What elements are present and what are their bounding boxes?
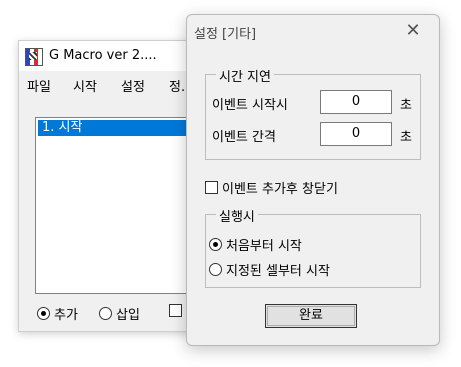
time-delay-group-label: 시간 지연 [216,66,274,85]
radio-add-label: 추가 [54,308,78,323]
list-item[interactable]: 1. 시작 [38,120,208,136]
bottom-checkbox[interactable] [169,304,186,320]
radio-from-selected[interactable]: 지정된 셀부터 시작 [209,260,330,279]
radio-from-selected-indicator[interactable] [209,263,222,276]
bottom-checkbox-box[interactable] [169,304,182,317]
ok-button[interactable]: 완료 [265,304,357,328]
radio-insert-indicator[interactable] [99,307,112,320]
event-interval-unit: 초 [400,130,412,145]
radio-from-start-label: 처음부터 시작 [226,239,302,254]
dialog-title: 설정 [기타] [194,27,257,42]
close-after-add-box[interactable] [205,181,218,194]
radio-insert-label: 삽입 [116,308,140,323]
menu-more[interactable]: 정. [169,76,185,95]
event-start-unit: 초 [400,98,412,113]
close-after-add-checkbox[interactable]: 이벤트 추가후 창닫기 [205,178,338,197]
dialog-titlebar[interactable]: 설정 [기타] ✕ [187,15,439,47]
radio-from-selected-label: 지정된 셀부터 시작 [226,264,330,279]
main-window-title: G Macro ver 2.... [49,48,157,63]
menu-file[interactable]: 파일 [27,76,51,95]
run-options-group: 실행시 처음부터 시작 지정된 셀부터 시작 [205,206,421,288]
time-delay-group: 시간 지연 이벤트 시작시 0 초 이벤트 간격 0 초 [205,66,421,160]
radio-from-start-indicator[interactable] [209,238,222,251]
settings-dialog: 설정 [기타] ✕ 시간 지연 이벤트 시작시 0 초 이벤트 간격 0 초 이… [186,14,440,346]
menu-settings[interactable]: 설정 [121,76,145,95]
macro-list[interactable]: 1. 시작 [35,117,209,294]
event-start-input[interactable]: 0 [320,90,392,114]
run-options-group-label: 실행시 [216,206,258,225]
radio-from-start[interactable]: 처음부터 시작 [209,235,302,254]
radio-insert[interactable]: 삽입 [99,304,140,323]
menu-start[interactable]: 시작 [73,76,97,95]
event-interval-input[interactable]: 0 [320,122,392,146]
radio-add-indicator[interactable] [37,307,50,320]
close-after-add-label: 이벤트 추가후 창닫기 [222,182,338,197]
event-start-label: 이벤트 시작시 [212,98,288,113]
app-icon [25,48,43,66]
close-icon[interactable]: ✕ [393,17,433,45]
radio-add[interactable]: 추가 [37,304,78,323]
event-interval-label: 이벤트 간격 [212,130,276,145]
